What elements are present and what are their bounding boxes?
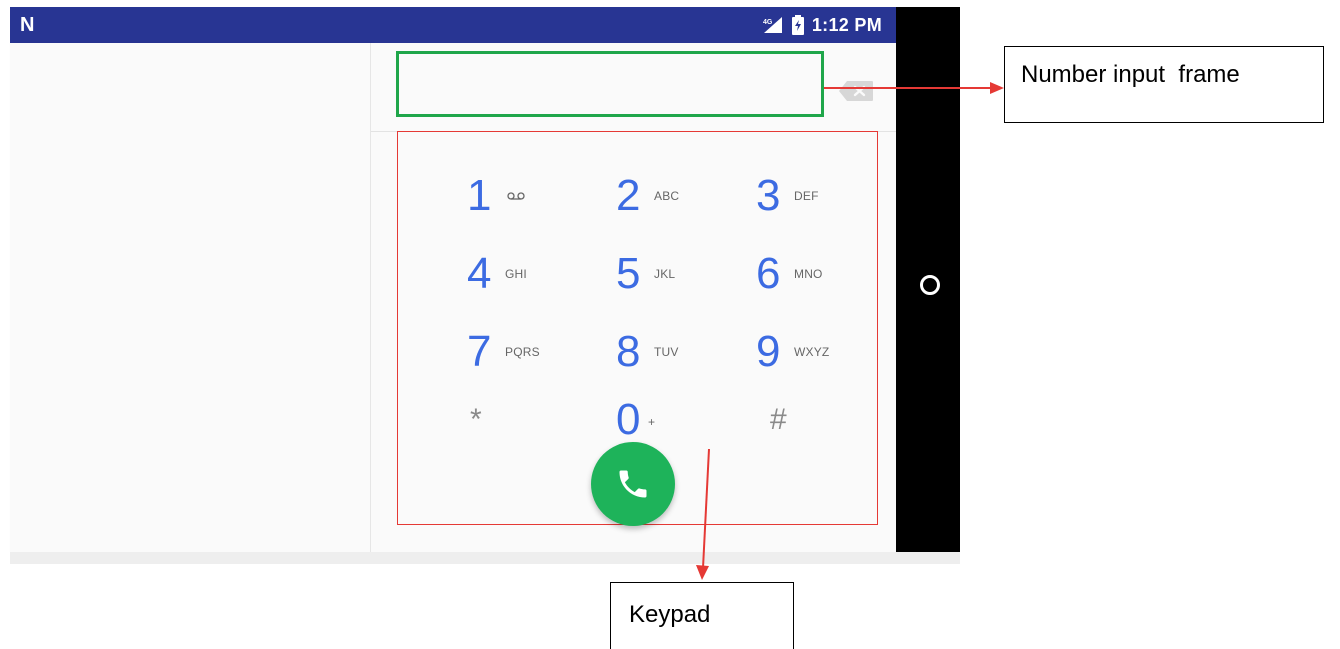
number-input-field[interactable]: [396, 51, 824, 117]
key-4[interactable]: 4 GHI: [467, 249, 587, 309]
notification-icon: N: [20, 14, 35, 36]
key-digit: 9: [756, 327, 781, 376]
key-digit: 8: [616, 327, 641, 376]
number-input-callout-label: Number input frame: [1021, 61, 1240, 88]
key-letters: DEF: [794, 189, 819, 203]
home-button-icon[interactable]: [920, 275, 940, 295]
battery-icon: [791, 15, 804, 35]
phone-icon: [619, 470, 647, 498]
navigation-bar: [896, 7, 960, 552]
key-7[interactable]: 7 PQRS: [467, 327, 587, 387]
key-letters: PQRS: [505, 345, 540, 359]
key-3[interactable]: 3 DEF: [756, 171, 876, 231]
keypad-callout-label: Keypad: [629, 601, 711, 628]
key-letters: MNO: [794, 267, 823, 281]
key-digit: #: [770, 403, 787, 436]
key-2[interactable]: 2 ABC: [616, 171, 736, 231]
left-pane: [10, 43, 371, 552]
bottom-strip: [10, 552, 960, 564]
number-input-callout: Number input frame: [1004, 46, 1324, 123]
dialer-pane: 1 2 ABC 3 DEF 4 GHI 5 JKL 6 MNO 7 PQRS 8…: [371, 43, 896, 552]
key-letters: TUV: [654, 345, 679, 359]
key-digit: 1: [467, 171, 492, 220]
status-indicators: 4G 1:12 PM: [762, 15, 882, 35]
key-1[interactable]: 1: [467, 171, 587, 231]
key-digit: 7: [467, 327, 492, 376]
status-bar: N 4G 1:12 PM: [10, 7, 896, 43]
key-digit: 2: [616, 171, 641, 220]
keypad-callout: Keypad: [610, 582, 794, 649]
keypad-arrowhead: [696, 565, 709, 580]
key-digit: 5: [616, 249, 641, 298]
voicemail-icon: [507, 192, 525, 200]
key-8[interactable]: 8 TUV: [616, 327, 736, 387]
status-time: 1:12 PM: [811, 14, 882, 35]
key-hash[interactable]: #: [770, 395, 890, 455]
screenshot-canvas: N 4G 1:12 PM 1 2 ABC 3 DEF 4 GHI 5 JKL 6…: [0, 0, 1340, 649]
number-input-arrowhead: [990, 82, 1004, 94]
key-star[interactable]: *: [470, 395, 590, 455]
network-type-label: 4G: [763, 19, 773, 26]
key-digit: *: [470, 403, 482, 436]
key-digit: 4: [467, 249, 492, 298]
key-letters: WXYZ: [794, 345, 830, 359]
key-letters: +: [648, 415, 656, 429]
key-digit: 0: [616, 395, 641, 444]
key-digit: 6: [756, 249, 781, 298]
key-6[interactable]: 6 MNO: [756, 249, 876, 309]
key-letters: GHI: [505, 267, 527, 281]
backspace-icon[interactable]: [838, 80, 874, 102]
key-letters: JKL: [654, 267, 676, 281]
key-letters: ABC: [654, 189, 680, 203]
call-button[interactable]: [591, 442, 675, 526]
key-digit: 3: [756, 171, 781, 220]
key-5[interactable]: 5 JKL: [616, 249, 736, 309]
key-9[interactable]: 9 WXYZ: [756, 327, 876, 387]
signal-icon: 4G: [763, 17, 782, 33]
